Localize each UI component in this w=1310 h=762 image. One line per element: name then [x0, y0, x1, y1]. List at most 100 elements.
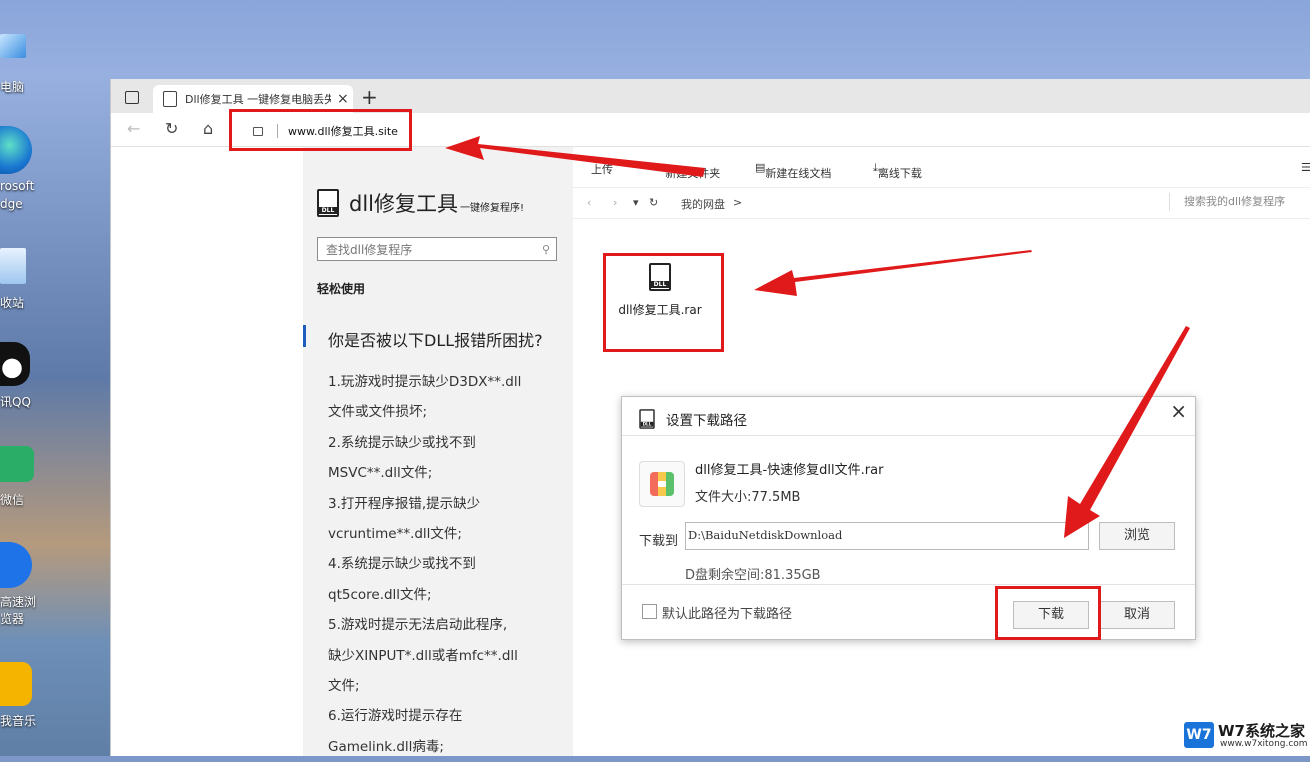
chevron-down-icon: ▾ [765, 165, 771, 178]
dll-app-icon [639, 409, 655, 429]
issue-line: 6.运行游戏时提示存在 [328, 708, 463, 725]
edge-icon [0, 126, 32, 174]
divider [622, 584, 1195, 585]
tab-bar: Dll修复工具 一键修复电脑丢失DLL × + [111, 79, 1310, 113]
browser-s-icon [0, 542, 32, 588]
desktop-icon-edge[interactable]: rosoft dge [0, 124, 40, 214]
new-online-doc-label: 新建在线文档 [765, 167, 832, 180]
sidebar-search-input[interactable]: 查找dll修复程序 ⚲ [317, 237, 557, 261]
download-to-label: 下载到 [639, 534, 679, 549]
page-favicon-icon [163, 91, 177, 107]
offline-download-label: 离线下载 [877, 167, 922, 180]
dll-tool-sidebar: dll修复工具 一键修复程序! 查找dll修复程序 ⚲ 轻松使用 你是否被以下D… [303, 147, 573, 756]
path-refresh-icon[interactable]: ↻ [649, 196, 658, 209]
chevron-down-icon: ▾ [877, 165, 884, 178]
desktop-icon-label: 讯QQ [0, 395, 31, 409]
issue-line: qt5core.dll文件; [328, 586, 432, 603]
download-path-field[interactable]: D:\BaiduNetdiskDownload [685, 522, 1089, 550]
breadcrumb-separator: > [733, 196, 743, 209]
desktop-icon-label: rosoft [0, 179, 35, 193]
desktop-icon-label: 览器 [0, 612, 25, 626]
refresh-icon[interactable]: ↻ [165, 119, 178, 138]
desktop-icon-computer[interactable]: 电脑 [0, 32, 40, 94]
desktop-icon-label: 收站 [0, 296, 25, 310]
issue-line: 文件; [328, 677, 360, 694]
issue-line: 2.系统提示缺少或找不到 [328, 434, 476, 451]
download-highlight-box [995, 586, 1101, 640]
recycle-bin-icon [0, 248, 26, 284]
archive-file-icon [639, 461, 685, 507]
dll-file-icon [317, 189, 339, 217]
desktop-icon-label: 电脑 [0, 80, 25, 94]
computer-icon [0, 34, 26, 58]
dialog-file-size: 文件大小:77.5MB [695, 490, 801, 505]
tab-title: Dll修复工具 一键修复电脑丢失DLL [185, 93, 331, 106]
issue-line: 5.游戏时提示无法启动此程序, [328, 617, 508, 634]
upload-button[interactable]: 上传 [591, 161, 613, 177]
desktop-icon-label: 高速浏 [0, 595, 37, 609]
path-forward-icon[interactable]: › [613, 196, 617, 209]
issue-line: 缺少XINPUT*.dll或者mfc**.dll [328, 647, 518, 664]
menu-icon[interactable]: ☰ [1301, 161, 1310, 174]
dialog-file-name: dll修复工具-快速修复dll文件.rar [695, 463, 884, 478]
issue-line: 4.系统提示缺少或找不到 [328, 556, 476, 573]
search-placeholder: 查找dll修复程序 [326, 242, 413, 257]
netdisk-toolbar: 上传 ⊕ 新建文件夹 ▤ 新建在线文档 ▾ ⤓ 离线下载 ▾ ☰ [573, 157, 1310, 183]
desktop-icon-qq[interactable]: 讯QQ [0, 340, 40, 410]
desktop-icon-wechat[interactable]: 微信 [0, 444, 40, 514]
new-folder-label: 新建文件夹 [665, 167, 721, 180]
path-back-icon[interactable]: ‹ [587, 196, 591, 209]
kuwo-music-icon [0, 662, 32, 706]
default-path-checkbox[interactable] [642, 604, 657, 619]
dialog-title: 设置下载路径 [666, 413, 747, 429]
issue-line: 文件或文件损坏; [328, 404, 428, 421]
divider [622, 435, 1195, 436]
desktop-icon-label: dge [0, 197, 23, 211]
issue-line: 3.打开程序报错,提示缺少 [328, 495, 481, 512]
close-icon[interactable]: × [1170, 399, 1187, 423]
back-icon[interactable]: ← [127, 119, 140, 138]
default-path-label[interactable]: 默认此路径为下载路径 [662, 603, 792, 622]
new-folder-button[interactable]: ⊕ 新建文件夹 [656, 161, 720, 180]
desktop-icon-browser[interactable]: 高速浏 览器 [0, 540, 40, 630]
browser-window: Dll修复工具 一键修复电脑丢失DLL × + ← ↻ ⌂ www.dll修复工… [110, 79, 1310, 756]
netdisk-search-input[interactable]: 搜索我的dll修复程序 [1169, 193, 1285, 211]
desktop-icon-music[interactable]: 我音乐 [0, 660, 40, 730]
watermark-url: www.w7xitong.com [1220, 739, 1308, 749]
home-icon[interactable]: ⌂ [203, 119, 213, 138]
download-path-dialog: 设置下载路径 × dll修复工具-快速修复dll文件.rar 文件大小:77.5… [621, 396, 1196, 640]
issue-line: vcruntime**.dll文件; [328, 525, 462, 542]
site-watermark: W7 W7系统之家 www.w7xitong.com [1184, 718, 1310, 756]
breadcrumb-root[interactable]: 我的网盘 [681, 196, 725, 212]
issue-line: MSVC**.dll文件; [328, 465, 433, 482]
page-content: dll修复工具 一键修复程序! 查找dll修复程序 ⚲ 轻松使用 你是否被以下D… [111, 147, 1310, 756]
address-highlight-box [229, 109, 412, 151]
qq-penguin-icon [0, 342, 30, 386]
question-heading: 你是否被以下DLL报错所困扰? [328, 331, 543, 350]
new-tab-button[interactable]: + [361, 85, 378, 109]
browse-button[interactable]: 浏览 [1099, 522, 1175, 550]
dialog-title-bar: 设置下载路径 [636, 405, 747, 433]
path-history-icon[interactable]: ▾ [633, 196, 639, 209]
desktop-icon-label: 我音乐 [0, 714, 37, 728]
watermark-logo-icon: W7 [1184, 722, 1214, 748]
tab-close-icon[interactable]: × [337, 91, 349, 107]
issue-line: 1.玩游戏时提示缺少D3DX**.dll [328, 374, 522, 390]
issue-list: 1.玩游戏时提示缺少D3DX**.dll 文件或文件损坏; 2.系统提示缺少或找… [328, 367, 568, 762]
watermark-title: W7系统之家 [1218, 722, 1305, 740]
site-logo[interactable]: dll修复工具 一键修复程序! [317, 189, 524, 217]
tab-actions-icon[interactable] [125, 91, 139, 104]
active-indicator [303, 325, 306, 347]
file-highlight-box [603, 253, 724, 352]
desktop-icon-label: 微信 [0, 493, 25, 507]
wechat-icon [0, 446, 34, 482]
search-icon[interactable]: ⚲ [542, 243, 550, 256]
issue-line: Gamelink.dll病毒; [328, 738, 444, 755]
cancel-button[interactable]: 取消 [1099, 601, 1175, 629]
site-subtitle: 一键修复程序! [460, 203, 525, 214]
desktop-icon-recycle-bin[interactable]: 收站 [0, 244, 40, 314]
new-online-doc-button[interactable]: ▤ 新建在线文档 ▾ [755, 161, 831, 180]
easy-use-heading[interactable]: 轻松使用 [317, 280, 365, 297]
free-space-text: D盘剩余空间:81.35GB [685, 568, 821, 583]
offline-download-button[interactable]: ⤓ 离线下载 ▾ [873, 161, 922, 180]
